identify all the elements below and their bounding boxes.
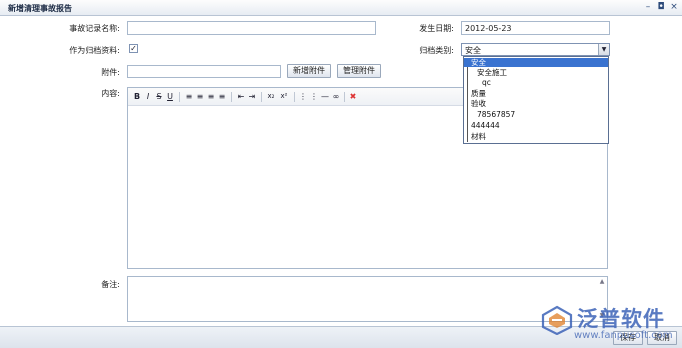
- window-title: 新增清理事故报告: [8, 4, 72, 13]
- remark-textarea[interactable]: ▲ ▼: [127, 276, 608, 322]
- content-label: 内容:: [101, 89, 120, 98]
- brand-watermark: 泛普软件 www.fanpusoft.com: [540, 303, 680, 343]
- justify-icon[interactable]: ≡: [217, 91, 227, 102]
- remove-format-icon[interactable]: ✖: [348, 91, 358, 102]
- underline-icon[interactable]: U: [165, 91, 175, 102]
- chevron-down-icon[interactable]: ▼: [598, 44, 609, 55]
- archive-label: 作为归档资料:: [69, 46, 120, 55]
- remark-label: 备注:: [101, 280, 120, 289]
- dropdown-option[interactable]: 安全施工: [464, 68, 608, 77]
- attachment-input[interactable]: [127, 65, 281, 78]
- toolbar-divider: [179, 92, 180, 102]
- brand-url: www.fanpusoft.com: [574, 330, 673, 341]
- align-left-icon[interactable]: ≡: [184, 91, 194, 102]
- align-center-icon[interactable]: ≡: [195, 91, 205, 102]
- category-select[interactable]: 安全 ▼: [461, 43, 610, 56]
- align-right-icon[interactable]: ≡: [206, 91, 216, 102]
- category-dropdown: 安全 安全施工 qc 质量 验收 78567857 444444 材料: [463, 56, 609, 144]
- brand-name: 泛普软件: [577, 307, 665, 331]
- toolbar-divider: [344, 92, 345, 102]
- date-input[interactable]: 2012-05-23: [461, 21, 610, 35]
- toolbar-divider: [261, 92, 262, 102]
- toolbar-divider: [231, 92, 232, 102]
- unordered-list-icon[interactable]: ⋮: [309, 91, 319, 102]
- category-select-value: 安全: [465, 46, 481, 55]
- date-label: 发生日期:: [419, 24, 454, 33]
- archive-checkbox[interactable]: ✓: [129, 44, 138, 53]
- window-titlebar: 新增清理事故报告 – ◘ ×: [0, 0, 682, 16]
- scroll-up-icon[interactable]: ▲: [597, 278, 607, 286]
- close-icon[interactable]: ×: [669, 2, 679, 12]
- bold-icon[interactable]: B: [132, 91, 142, 102]
- dropdown-option[interactable]: 安全: [464, 58, 608, 67]
- subscript-icon[interactable]: x₂: [265, 91, 277, 102]
- restore-icon[interactable]: ◘: [656, 2, 666, 12]
- link-icon[interactable]: ∞: [331, 91, 341, 102]
- record-name-input[interactable]: [127, 21, 376, 35]
- add-attachment-button[interactable]: 新增附件: [287, 64, 331, 78]
- ordered-list-icon[interactable]: ⋮: [298, 91, 308, 102]
- indent-icon[interactable]: ⇥: [247, 91, 257, 102]
- outdent-icon[interactable]: ⇤: [236, 91, 246, 102]
- record-name-label: 事故记录名称:: [69, 24, 120, 33]
- toolbar-divider: [294, 92, 295, 102]
- superscript-icon[interactable]: x²: [278, 91, 290, 102]
- dropdown-option[interactable]: 质量: [464, 89, 608, 98]
- minimize-icon[interactable]: –: [643, 2, 653, 12]
- italic-icon[interactable]: I: [143, 91, 153, 102]
- brand-logo-icon: [541, 305, 573, 335]
- horizontal-rule-icon[interactable]: —: [320, 91, 330, 102]
- dropdown-option[interactable]: 材料: [464, 132, 608, 141]
- dropdown-option[interactable]: 78567857: [464, 110, 608, 119]
- category-label: 归档类别:: [419, 46, 454, 55]
- dropdown-option[interactable]: 444444: [464, 121, 608, 130]
- strikethrough-icon[interactable]: S: [154, 91, 164, 102]
- dropdown-option[interactable]: qc: [464, 78, 608, 87]
- dropdown-option[interactable]: 验收: [464, 99, 608, 108]
- manage-attachment-button[interactable]: 管理附件: [337, 64, 381, 78]
- attachment-label: 附件:: [101, 68, 120, 77]
